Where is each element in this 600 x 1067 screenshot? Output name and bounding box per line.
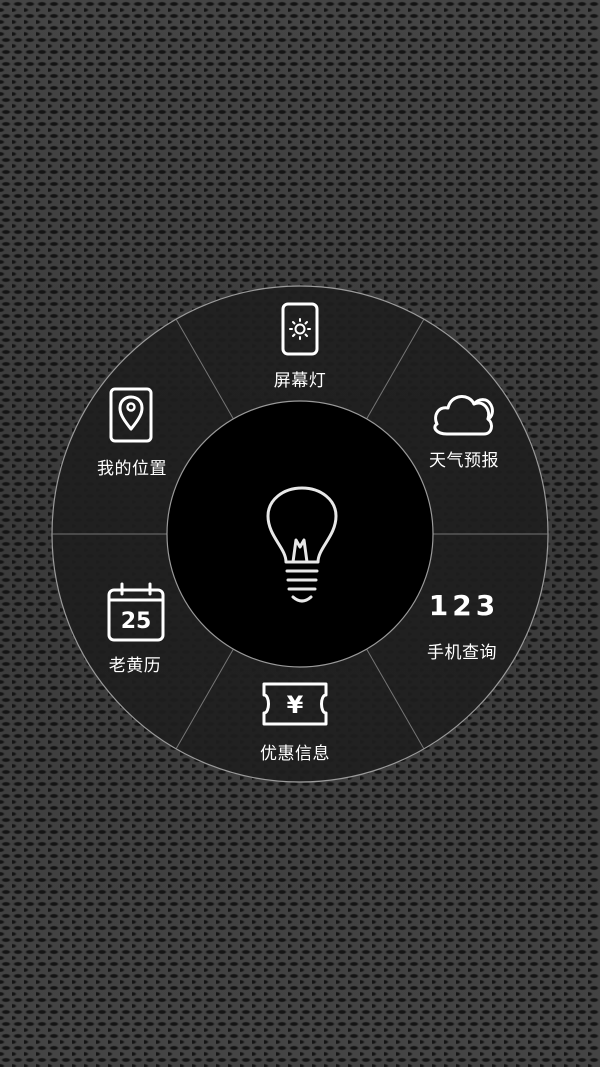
label-coupons: 优惠信息 <box>260 744 330 764</box>
label-phone-lookup: 手机查询 <box>427 643 497 663</box>
label-almanac: 老黄历 <box>108 656 162 676</box>
numbers-icon: 123 <box>428 589 500 622</box>
label-weather: 天气预报 <box>429 451 499 471</box>
label-screen-light: 屏幕灯 <box>273 371 327 391</box>
radial-menu: 25 ¥ <box>51 285 549 783</box>
label-my-location: 我的位置 <box>97 459 167 479</box>
calendar-day-text: 25 <box>121 609 152 634</box>
coupon-yen-text: ¥ <box>287 691 304 719</box>
center-button[interactable] <box>166 400 434 668</box>
